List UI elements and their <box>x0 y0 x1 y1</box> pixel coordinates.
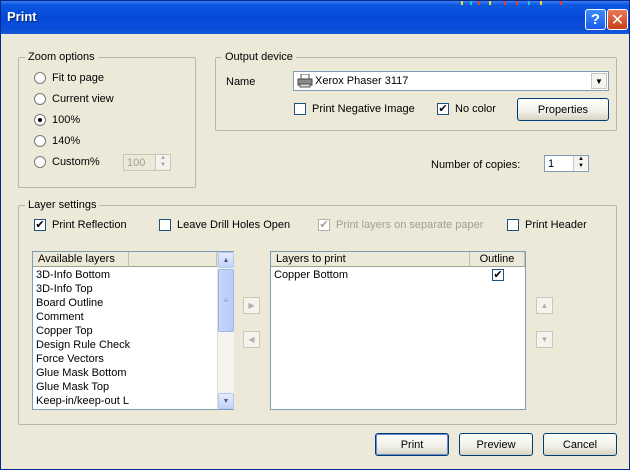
print-button[interactable]: Print <box>375 433 449 456</box>
layer-settings-legend: Layer settings <box>28 199 97 211</box>
output-device-legend: Output device <box>225 51 293 63</box>
print-header-checkbox[interactable]: Print Header <box>507 219 587 231</box>
custom-zoom-arrows[interactable]: ▲ ▼ <box>155 155 170 170</box>
zoom-option-label: 140% <box>52 135 81 147</box>
print-header-label: Print Header <box>525 219 587 231</box>
printer-select[interactable]: Xerox Phaser 3117 ▼ <box>293 71 609 91</box>
zoom-option-label: Custom% <box>52 156 100 168</box>
available-layers-scrollbar[interactable]: ▲ ≡ ▼ <box>217 252 234 409</box>
outline-header[interactable]: Outline <box>470 252 525 267</box>
move-down-button[interactable]: ▼ <box>536 331 553 348</box>
zoom-option-label: Current view <box>52 93 114 105</box>
check-icon: ✔ <box>34 219 46 231</box>
close-icon: ✕ <box>610 11 625 29</box>
table-row[interactable]: Copper Bottom <box>274 268 464 282</box>
chevron-down-icon[interactable]: ▼ <box>591 73 607 89</box>
copies-value: 1 <box>548 158 555 170</box>
properties-button[interactable]: Properties <box>517 98 609 121</box>
scroll-thumb[interactable]: ≡ <box>218 269 234 332</box>
list-item[interactable]: Glue Mask Bottom <box>36 366 216 380</box>
radio-indicator <box>34 156 46 168</box>
list-item[interactable]: 3D-Info Top <box>36 282 216 296</box>
layers-to-print-header[interactable]: Layers to print <box>271 252 470 267</box>
list-item[interactable]: Design Rule Check <box>36 338 216 352</box>
help-icon: ? <box>590 11 601 28</box>
available-layers-list[interactable]: Available layers 3D-Info Bottom 3D-Info … <box>32 251 234 410</box>
zoom-fit-to-page-radio[interactable]: Fit to page <box>34 72 104 84</box>
preview-button[interactable]: Preview <box>459 433 533 456</box>
add-layer-button[interactable]: ▶ <box>243 297 260 314</box>
list-item[interactable]: 3D-Info Bottom <box>36 268 216 282</box>
zoom-current-view-radio[interactable]: Current view <box>34 93 114 105</box>
zoom-140-radio[interactable]: 140% <box>34 135 80 147</box>
checkbox-indicator <box>159 219 171 231</box>
printer-icon <box>297 74 313 88</box>
titlebar-artifacts <box>456 1 576 5</box>
arrow-left-icon: ◀ <box>248 335 255 344</box>
copies-arrows[interactable]: ▲ ▼ <box>573 156 588 171</box>
scroll-down-icon[interactable]: ▼ <box>218 393 234 409</box>
available-layers-header[interactable]: Available layers <box>33 252 129 267</box>
print-reflection-checkbox[interactable]: ✔ Print Reflection <box>34 219 127 231</box>
spin-down-icon[interactable]: ▼ <box>574 163 588 170</box>
zoom-custom-radio[interactable]: Custom% <box>34 156 100 168</box>
close-button[interactable]: ✕ <box>607 9 628 30</box>
zoom-option-label: Fit to page <box>52 72 104 84</box>
zoom-options-legend: Zoom options <box>28 51 95 63</box>
list-item[interactable]: Copper Top <box>36 324 216 338</box>
leave-drill-holes-label: Leave Drill Holes Open <box>177 219 291 231</box>
layers-to-print-list[interactable]: Layers to print Outline Copper Bottom ✔ <box>270 251 526 410</box>
move-up-button[interactable]: ▲ <box>536 297 553 314</box>
check-icon[interactable]: ✔ <box>492 269 504 281</box>
list-item[interactable]: Board Outline <box>36 296 216 310</box>
printer-value: Xerox Phaser 3117 <box>315 75 409 87</box>
radio-indicator-selected <box>34 114 46 126</box>
cancel-button[interactable]: Cancel <box>543 433 617 456</box>
copies-label: Number of copies: <box>431 159 521 171</box>
copies-stepper[interactable]: 1 ▲ ▼ <box>544 155 589 172</box>
zoom-100-radio[interactable]: 100% <box>34 114 80 126</box>
print-reflection-label: Print Reflection <box>52 219 127 231</box>
print-dialog: Print ? ✕ Zoom options Fit to page Curre… <box>0 0 630 470</box>
printer-name-label: Name <box>226 76 256 88</box>
available-layers-header-filler <box>129 252 217 267</box>
radio-indicator <box>34 135 46 147</box>
custom-zoom-stepper[interactable]: 100 ▲ ▼ <box>123 154 171 171</box>
spin-up-icon[interactable]: ▲ <box>574 156 588 163</box>
radio-indicator <box>34 72 46 84</box>
no-color-checkbox[interactable]: ✔ No color <box>437 103 496 115</box>
check-icon: ✔ <box>318 219 330 231</box>
zoom-option-label: 100% <box>52 114 81 126</box>
checkbox-indicator <box>507 219 519 231</box>
check-icon: ✔ <box>437 103 449 115</box>
spin-down-icon[interactable]: ▼ <box>156 162 170 169</box>
list-item[interactable]: Comment <box>36 310 216 324</box>
arrow-right-icon: ▶ <box>248 301 255 310</box>
print-negative-checkbox[interactable]: Print Negative Image <box>294 103 415 115</box>
custom-zoom-value: 100 <box>127 157 146 169</box>
print-negative-label: Print Negative Image <box>312 103 415 115</box>
leave-drill-holes-checkbox[interactable]: Leave Drill Holes Open <box>159 219 290 231</box>
list-item[interactable]: Keep-in/keep-out L <box>36 394 130 408</box>
list-item[interactable]: Force Vectors <box>36 352 216 366</box>
separate-paper-checkbox[interactable]: ✔ Print layers on separate paper <box>318 219 483 231</box>
no-color-label: No color <box>455 103 496 115</box>
separate-paper-label: Print layers on separate paper <box>336 219 484 231</box>
scroll-up-icon[interactable]: ▲ <box>218 252 234 268</box>
title-bar[interactable]: Print ? ✕ <box>1 1 629 34</box>
spin-up-icon[interactable]: ▲ <box>156 155 170 162</box>
window-title: Print <box>7 9 37 24</box>
help-button[interactable]: ? <box>585 9 606 30</box>
arrow-down-icon: ▼ <box>540 335 549 344</box>
arrow-up-icon: ▲ <box>540 301 549 310</box>
checkbox-indicator <box>294 103 306 115</box>
radio-indicator <box>34 93 46 105</box>
list-item[interactable]: Glue Mask Top <box>36 380 216 394</box>
remove-layer-button[interactable]: ◀ <box>243 331 260 348</box>
